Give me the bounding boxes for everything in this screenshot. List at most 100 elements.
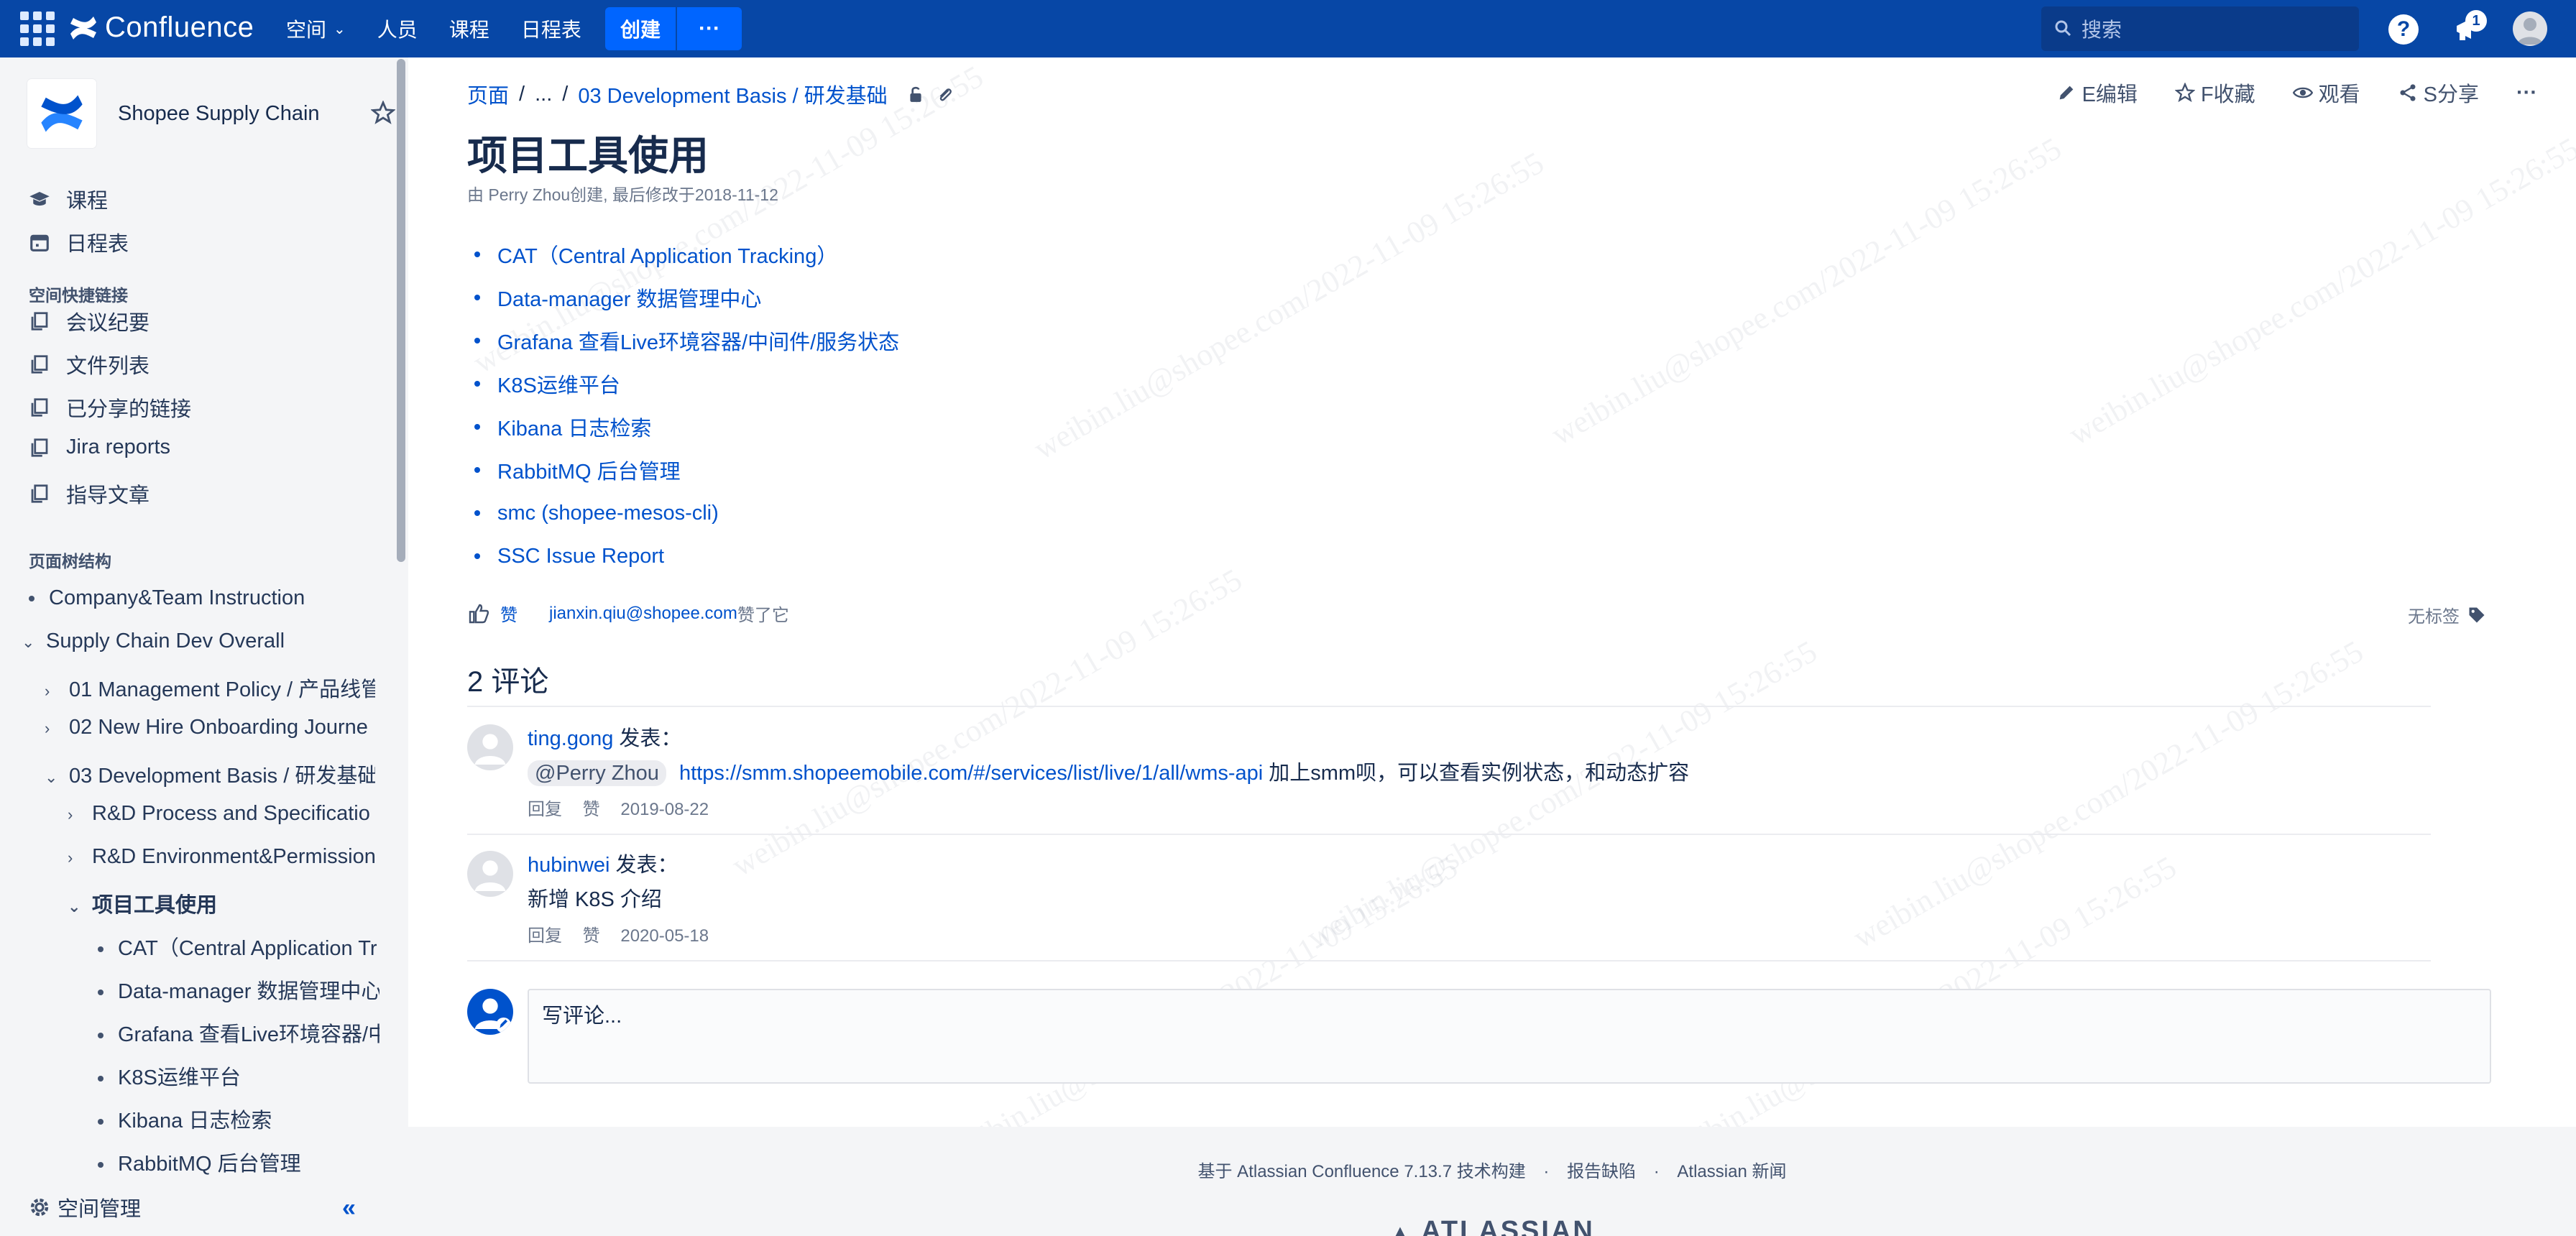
tree-item-label: R&D Environment&Permission [92,845,376,868]
tree-item[interactable]: Kibana 日志检索 [98,1104,380,1134]
nav-calendar[interactable]: 日程表 [521,14,581,43]
comment-date[interactable]: 2020-05-18 [620,926,709,946]
tree-item[interactable]: ⌄ Supply Chain Dev Overall [22,629,388,653]
bullet-icon [474,553,480,559]
more-actions-button[interactable]: ··· [2516,81,2537,105]
link-text: Kibana 日志检索 [497,418,652,441]
sidebar-shortcut-meeting-notes[interactable]: 会议纪要 [29,306,150,336]
space-header[interactable]: Shopee Supply Chain [27,79,320,148]
divider [467,706,2431,707]
user-mention[interactable]: @Perry Zhou [528,760,666,786]
user-avatar[interactable] [2513,11,2547,46]
avatar[interactable] [467,851,513,897]
create-button[interactable]: 创建 [605,7,676,50]
nav-people[interactable]: 人员 [377,14,418,43]
reply-button[interactable]: 回复 [528,926,562,946]
sidebar-shortcut-guides[interactable]: 指导文章 [29,479,150,509]
star-icon[interactable] [371,101,395,125]
nav-courses[interactable]: 课程 [449,14,489,43]
sidebar-shortcut-file-list[interactable]: 文件列表 [29,349,150,379]
tree-item[interactable]: › 02 New Hire Onboarding Journe [45,716,375,739]
sidebar-item-courses[interactable]: 课程 [29,184,108,214]
footer-report-bug[interactable]: 报告缺陷 [1567,1162,1636,1181]
tree-item[interactable]: RabbitMQ 后台管理 [98,1147,380,1177]
tree-item[interactable]: Company&Team Instruction [29,586,388,610]
search-icon [2055,20,2071,37]
liked-by-user[interactable]: jianxin.qiu@shopee.com [549,604,737,624]
atlassian-logo[interactable]: ▲ ATLASSIAN [408,1216,2576,1236]
breadcrumb-pages[interactable]: 页面 [467,79,509,109]
like-row: 赞 jianxin.qiu@shopee.com 赞了它 [467,601,789,626]
like-button[interactable]: 赞 [500,601,518,626]
share-button[interactable]: S分享 [2398,78,2479,108]
tree-item[interactable]: Grafana 查看Live环境容器/中 [98,1018,380,1048]
footer-built-with[interactable]: 基于 Atlassian Confluence 7.13.7 技术构建 [1198,1162,1526,1181]
comment-link[interactable]: https://smm.shopeemobile.com/#/services/… [679,762,1263,785]
list-item-link[interactable]: Data-manager 数据管理中心 [474,276,899,319]
tree-item[interactable]: K8S运维平台 [98,1061,380,1091]
sidebar-item-label: 日程表 [66,233,129,256]
attachment-icon[interactable] [935,85,954,103]
footer-news[interactable]: Atlassian 新闻 [1677,1162,1786,1181]
tree-item[interactable]: › 01 Management Policy / 产品线管 [45,673,375,703]
sidebar-item-calendar[interactable]: 日程表 [29,227,129,257]
sidebar-shortcut-shared-links[interactable]: 已分享的链接 [29,392,191,423]
watermark: weibin.liu@shopee.com/2022-11-09 15:26:5… [2063,130,2576,453]
list-item-link[interactable]: RabbitMQ 后台管理 [474,448,899,492]
watch-button[interactable]: 观看 [2292,78,2360,108]
sidebar-item-label: 会议纪要 [66,312,150,335]
bullet-icon [474,467,480,473]
comment-input[interactable]: 写评论... [528,989,2491,1084]
bullet-icon [98,946,104,953]
list-item-link[interactable]: SSC Issue Report [474,535,899,578]
like-comment-button[interactable]: 赞 [583,800,600,819]
avatar[interactable] [467,724,513,770]
tree-item[interactable]: CAT（Central Application Tr [98,931,380,961]
chevron-right-icon[interactable]: › [68,849,86,867]
comment-author-name[interactable]: ting.gong [528,727,613,750]
list-item-link[interactable]: smc (shopee-mesos-cli) [474,492,899,535]
help-icon[interactable]: ? [2388,14,2419,45]
tree-item-label: Kibana 日志检索 [118,1110,272,1133]
tree-item[interactable]: › R&D Process and Specificatio [68,802,377,826]
search-input[interactable]: 搜索 [2041,6,2359,51]
breadcrumb-parent[interactable]: 03 Development Basis / 研发基础 [578,79,887,109]
tree-item[interactable]: › R&D Environment&Permission [68,845,377,869]
breadcrumb-separator: / [562,82,569,106]
comment-date[interactable]: 2019-08-22 [620,800,709,819]
app-switcher-icon[interactable] [19,10,56,47]
save-label: F收藏 [2200,83,2255,106]
list-item-link[interactable]: K8S运维平台 [474,362,899,405]
list-item-link[interactable]: Grafana 查看Live环境容器/中间件/服务状态 [474,319,899,362]
chevron-right-icon[interactable]: › [45,682,63,701]
confluence-logo[interactable]: Confluence [68,11,254,44]
chevron-down-icon[interactable]: ⌄ [68,898,86,916]
chevron-down-icon[interactable]: ⌄ [45,768,63,787]
create-more-button[interactable]: ··· [677,7,742,50]
comment-author-name[interactable]: hubinwei [528,854,610,877]
like-comment-button[interactable]: 赞 [583,926,600,946]
tree-item[interactable]: Data-manager 数据管理中心 [98,974,380,1005]
labels-area[interactable]: 无标签 [2408,602,2487,627]
nav-spaces[interactable]: 空间 ⌄ [286,14,346,43]
page-tree-heading: 页面树结构 [29,552,111,571]
list-item-link[interactable]: CAT（Central Application Tracking） [474,233,899,276]
sidebar-item-label: 已分享的链接 [66,398,192,421]
sidebar-shortcut-jira-reports[interactable]: Jira reports [29,435,170,459]
edit-button[interactable]: E编辑 [2056,78,2138,108]
thumbs-up-icon[interactable] [467,602,490,625]
comment-author: hubinwei 发表： [528,848,678,878]
chevron-right-icon[interactable]: › [68,806,86,824]
chevron-right-icon[interactable]: › [45,719,63,738]
sidebar-scrollbar[interactable] [397,59,405,562]
collapse-sidebar-icon[interactable]: « [342,1194,356,1222]
tree-item-current[interactable]: ⌄ 项目工具使用 [68,888,377,918]
unlock-icon[interactable] [906,85,925,103]
main-content: weibin.liu@shopee.com/2022-11-09 15:26:5… [408,57,2576,1127]
list-item-link[interactable]: Kibana 日志检索 [474,405,899,448]
tree-item[interactable]: ⌄ 03 Development Basis / 研发基础 [45,759,375,789]
reply-button[interactable]: 回复 [528,800,562,819]
breadcrumb-ellipsis[interactable]: ... [535,83,552,106]
chevron-down-icon[interactable]: ⌄ [22,633,40,652]
save-for-later-button[interactable]: F收藏 [2174,78,2255,108]
